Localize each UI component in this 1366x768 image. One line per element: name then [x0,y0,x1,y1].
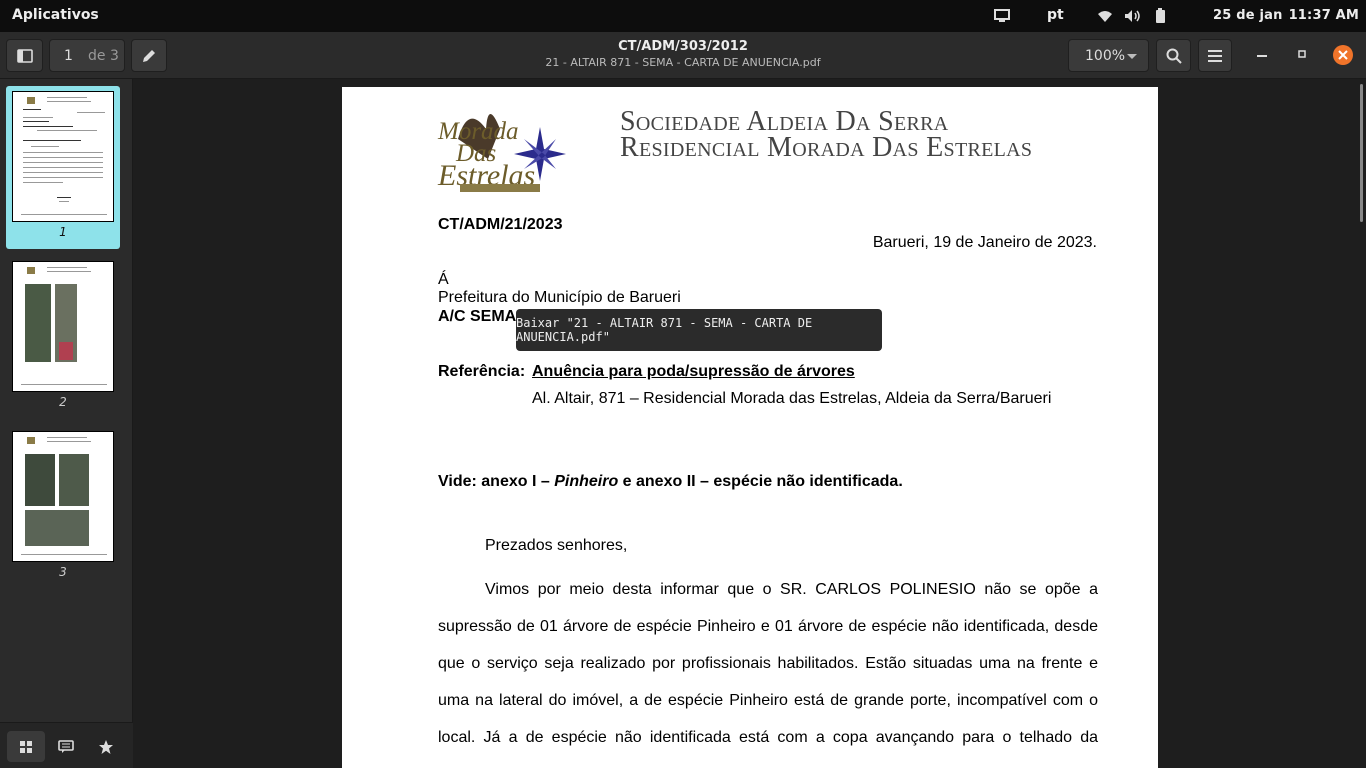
volume-icon[interactable] [1124,9,1142,23]
search-icon [1166,48,1182,64]
recipient: Prefeitura do Município de Barueri [438,289,681,306]
system-top-bar: Aplicativos pt 25 de jan 11:37 AM [0,0,1366,32]
pdf-page: Morada Das Estrelas Sociedade Aldeia Da … [342,87,1158,768]
thumbnail-image [12,91,114,222]
thumbnail-sidebar: 1 2 3 [0,79,133,768]
minimize-icon[interactable] [1257,54,1269,58]
document-view[interactable]: Morada Das Estrelas Sociedade Aldeia Da … [133,79,1366,768]
clock-date: 25 de jan [1213,8,1283,23]
body-line: que o serviço seja realizado por profiss… [438,655,1098,672]
thumbnail-label: 3 [59,565,67,579]
bookmarks-view-button[interactable] [87,731,125,762]
applications-menu[interactable]: Aplicativos [12,7,99,23]
vide-suffix: e anexo II – espécie não identificada. [618,473,903,490]
search-button[interactable] [1156,39,1191,72]
comment-icon [58,739,74,753]
thumbnails-view-button[interactable] [7,731,45,762]
sidebar-mode-switcher [0,722,133,768]
thumbnail-image [12,261,114,392]
close-icon [1338,50,1348,60]
battery-icon[interactable] [1155,8,1167,24]
logo-wordmark: Morada Das Estrelas [438,119,535,191]
letterhead-title: Sociedade Aldeia Da Serra Residencial Mo… [620,108,1033,163]
annotations-view-button[interactable] [47,731,85,762]
document-viewer-header: 1 de 3 CT/ADM/303/2012 21 - ALTAIR 871 -… [0,32,1366,79]
logo-tagline-bar [460,184,540,192]
letterhead-line2: Residencial Morada Das Estrelas [620,132,1033,163]
thumbnail-label: 2 [59,395,67,409]
body-line: Vimos por meio desta informar que o SR. … [485,581,1098,598]
chevron-down-icon [1127,54,1137,59]
grid-icon [20,740,32,753]
page-thumbnail-3[interactable]: 3 [6,426,120,589]
hamburger-menu-icon [1208,49,1222,62]
page-thumbnail-2[interactable]: 2 [6,256,120,419]
address-line: Al. Altair, 871 – Residencial Morada das… [532,390,1052,407]
maximize-icon[interactable] [1298,50,1308,60]
thumbnail-image [12,431,114,562]
addressee-prefix: Á [438,271,449,288]
body-line: supressão de 01 árvore de espécie Pinhei… [438,618,1098,635]
vertical-scrollbar[interactable] [1360,84,1363,222]
clock[interactable]: 25 de jan 11:37 AM [1213,8,1359,23]
main-menu-button[interactable] [1198,39,1232,72]
vide-prefix: Vide: anexo I – [438,473,555,490]
wifi-icon[interactable] [1097,9,1113,23]
body-line: uma na lateral do imóvel, a de espécie P… [438,692,1098,709]
page-thumbnail-1[interactable]: 1 [6,86,120,249]
vide-line: Vide: anexo I – Pinheiro e anexo II – es… [438,473,903,491]
reference-label: Referência: [438,363,526,380]
screen-icon[interactable] [994,9,1012,23]
vide-italic: Pinheiro [554,473,619,490]
download-tooltip: Baixar "21 - ALTAIR 871 - SEMA - CARTA D… [516,309,882,351]
reference-code: CT/ADM/21/2023 [438,216,563,233]
reference-subject: Anuência para poda/supressão de árvores [532,363,855,380]
close-button[interactable] [1333,45,1353,65]
thumbnail-label: 1 [59,225,67,239]
zoom-selector[interactable]: 100% [1068,39,1149,72]
language-indicator[interactable]: pt [1047,7,1064,23]
body-line: local. Já a de espécie não identificada … [438,729,1098,746]
date-line: Barueri, 19 de Janeiro de 2023. [872,234,1097,251]
star-icon [99,739,113,754]
zoom-value: 100% [1085,48,1126,64]
clock-time: 11:37 AM [1288,8,1360,23]
salutation: Prezados senhores, [485,537,628,554]
